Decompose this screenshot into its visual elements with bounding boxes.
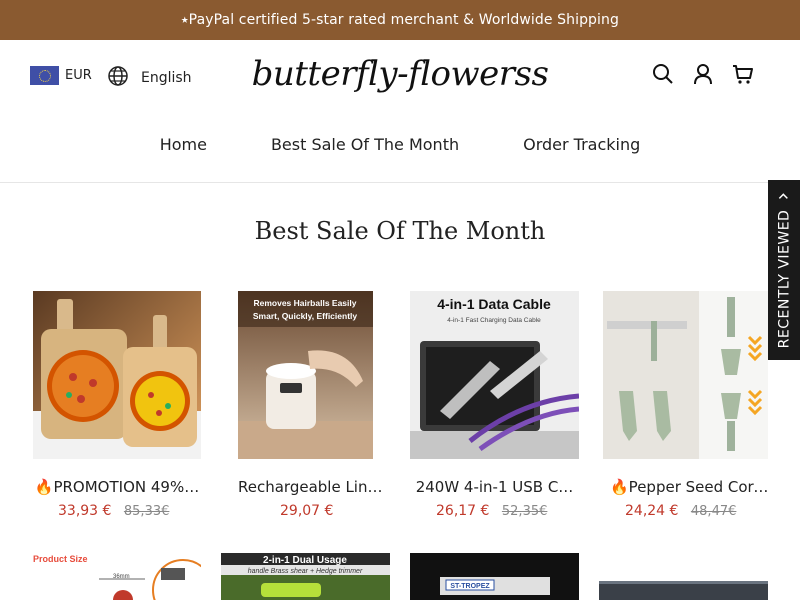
recently-viewed-label: RECENTLY VIEWED — [776, 209, 792, 349]
svg-text:2-in-1 Dual Usage: 2-in-1 Dual Usage — [263, 555, 347, 566]
section-title: Best Sale Of The Month — [254, 217, 546, 245]
original-price: 52,35€ — [501, 504, 548, 519]
original-price: 48,47€ — [690, 504, 737, 519]
account-icon[interactable] — [692, 63, 714, 85]
currency-label: EUR — [65, 68, 92, 83]
product-card[interactable]: ST-TROPEZ — [410, 553, 579, 600]
product-card[interactable] — [599, 581, 768, 600]
product-card[interactable]: Product Size 36mm — [33, 548, 201, 600]
header-icons — [652, 63, 754, 85]
product-title[interactable]: 🔥PROMOTION 49%… — [33, 478, 201, 496]
svg-text:ST-TROPEZ: ST-TROPEZ — [450, 583, 490, 590]
product-price: 26,17 € 52,35€ — [436, 503, 547, 519]
svg-text:36mm: 36mm — [113, 574, 130, 580]
cart-icon[interactable] — [732, 63, 754, 85]
site-header: EUR English butterfly-flowerss Home Best… — [0, 40, 800, 183]
search-icon[interactable] — [652, 63, 674, 85]
main-nav: Home Best Sale Of The Month Order Tracki… — [0, 135, 800, 154]
product-card[interactable]: 🔥Pepper Seed Corer… 24,24 € 48,47€ — [603, 291, 770, 531]
chevron-right-icon — [776, 192, 792, 202]
svg-text:Product Size: Product Size — [33, 554, 88, 564]
announcement-bar: ⭑PayPal certified 5-star rated merchant … — [0, 0, 800, 40]
product-price: 29,07 € — [280, 503, 333, 519]
product-title[interactable]: 240W 4-in-1 USB C… — [410, 478, 579, 496]
svg-text:4-in-1 Fast Charging Data Cabl: 4-in-1 Fast Charging Data Cable — [447, 317, 541, 324]
product-image-pepper-corer[interactable] — [603, 291, 768, 459]
lint-banner-text: Removes Hairballs Easily — [253, 298, 356, 308]
announcement-text: ⭑PayPal certified 5-star rated merchant … — [181, 12, 619, 28]
product-price: 33,93 € 85,33€ — [58, 503, 169, 519]
globe-icon — [108, 66, 128, 90]
sale-price: 24,24 € — [625, 503, 679, 519]
nav-item-order-tracking[interactable]: Order Tracking — [491, 135, 672, 154]
product-image-row2-a[interactable]: Product Size 36mm — [33, 548, 201, 600]
recently-viewed-inner: RECENTLY VIEWED — [776, 192, 792, 349]
product-image-data-cable[interactable]: 4-in-1 Data Cable 4-in-1 Fast Charging D… — [410, 291, 579, 459]
site-logo[interactable]: butterfly-flowerss — [240, 54, 560, 94]
original-price: 85,33€ — [123, 504, 170, 519]
product-image-lint-remover[interactable]: Removes Hairballs Easily Smart, Quickly,… — [238, 291, 373, 459]
language-selector[interactable]: English — [108, 66, 192, 90]
sale-price: 26,17 € — [436, 503, 490, 519]
svg-text:Smart, Quickly, Efficiently: Smart, Quickly, Efficiently — [253, 311, 358, 321]
nav-item-home[interactable]: Home — [128, 135, 239, 154]
sale-price: 33,93 € — [58, 503, 112, 519]
svg-text:handle Brass shear + Hedge tri: handle Brass shear + Hedge trimmer — [248, 568, 363, 575]
product-title[interactable]: Rechargeable Lint… — [238, 478, 388, 496]
currency-selector[interactable]: EUR — [30, 66, 92, 85]
sale-price: 29,07 € — [280, 503, 334, 519]
recently-viewed-tab[interactable]: RECENTLY VIEWED — [768, 180, 800, 360]
eu-flag-icon — [30, 66, 59, 85]
product-image-row2-b[interactable]: 2-in-1 Dual Usage handle Brass shear + H… — [221, 553, 390, 600]
product-card[interactable]: 2-in-1 Dual Usage handle Brass shear + H… — [221, 553, 390, 600]
product-price: 24,24 € 48,47€ — [625, 503, 736, 519]
product-card[interactable]: Removes Hairballs Easily Smart, Quickly,… — [238, 291, 388, 531]
language-label: English — [141, 70, 192, 86]
nav-item-best-sale[interactable]: Best Sale Of The Month — [239, 135, 491, 154]
product-image-row2-c[interactable]: ST-TROPEZ — [410, 553, 579, 600]
product-title[interactable]: 🔥Pepper Seed Corer… — [610, 478, 770, 496]
product-card[interactable]: 🔥PROMOTION 49%… 33,93 € 85,33€ — [33, 291, 201, 531]
product-image-row2-d[interactable] — [599, 581, 768, 600]
svg-text:4-in-1 Data Cable: 4-in-1 Data Cable — [437, 296, 551, 312]
product-image-pizza-peel[interactable] — [33, 291, 201, 459]
product-card[interactable]: 4-in-1 Data Cable 4-in-1 Fast Charging D… — [410, 291, 579, 531]
